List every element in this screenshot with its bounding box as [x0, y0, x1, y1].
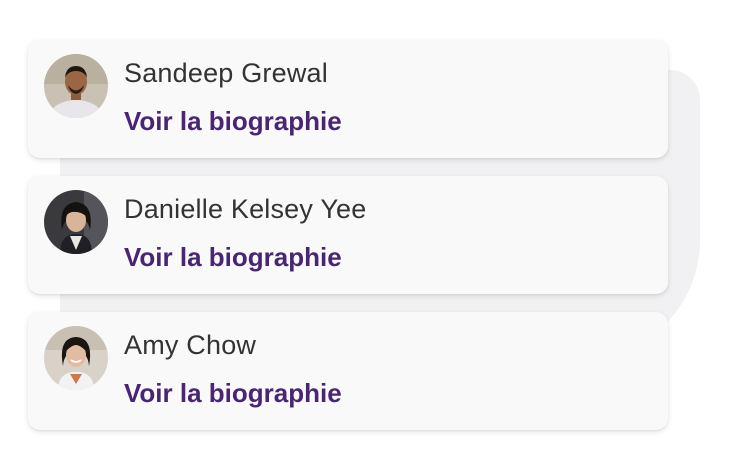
person-card: Sandeep Grewal Voir la biographie	[28, 40, 668, 158]
team-list: Sandeep Grewal Voir la biographie Daniel…	[0, 0, 736, 468]
person-card: Amy Chow Voir la biographie	[28, 312, 668, 430]
person-name: Sandeep Grewal	[124, 58, 328, 88]
avatar	[44, 190, 108, 254]
person-name: Danielle Kelsey Yee	[124, 194, 367, 224]
person-name: Amy Chow	[124, 330, 257, 360]
person-card: Danielle Kelsey Yee Voir la biographie	[28, 176, 668, 294]
view-bio-link[interactable]: Voir la biographie	[124, 378, 342, 409]
view-bio-link[interactable]: Voir la biographie	[124, 106, 342, 137]
avatar	[44, 54, 108, 118]
view-bio-link[interactable]: Voir la biographie	[124, 242, 342, 273]
avatar	[44, 326, 108, 390]
